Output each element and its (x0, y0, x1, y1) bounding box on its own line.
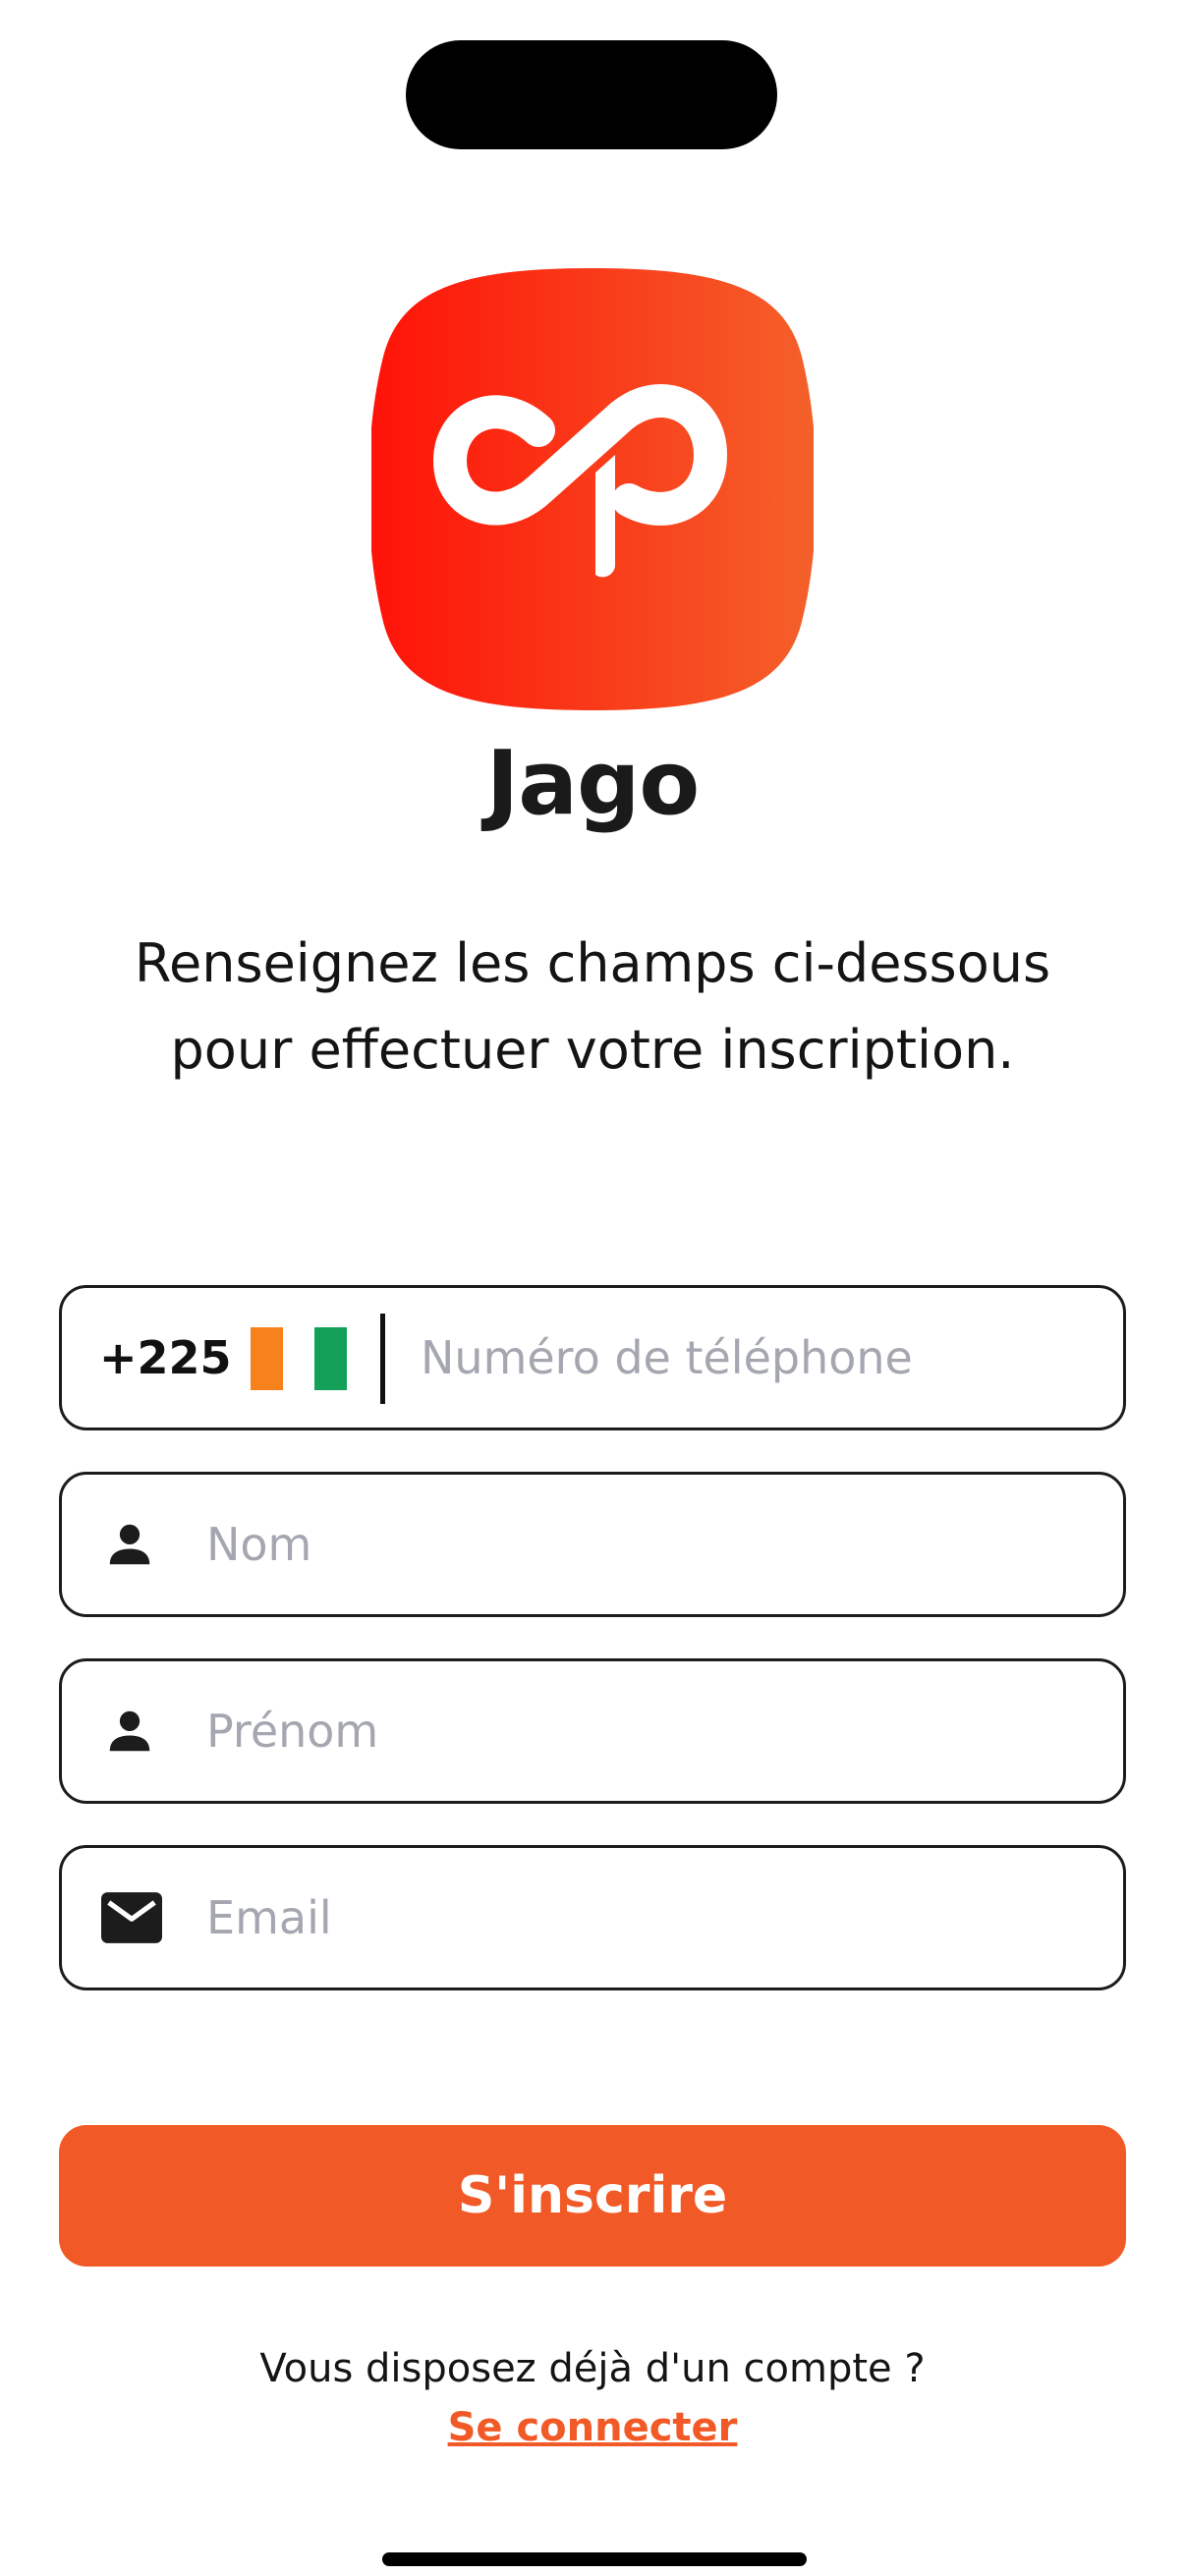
email-field[interactable]: Email (59, 1845, 1126, 1990)
mail-icon (101, 1892, 162, 1943)
app-name: Jago (485, 732, 700, 835)
jago-logo-icon (371, 268, 814, 710)
country-dial-code[interactable]: +225 (99, 1331, 232, 1384)
first-name-placeholder[interactable]: Prénom (206, 1705, 378, 1758)
last-name-field[interactable]: Nom (59, 1472, 1126, 1617)
last-name-placeholder[interactable]: Nom (206, 1518, 311, 1571)
first-name-field[interactable]: Prénom (59, 1658, 1126, 1804)
dynamic-island (406, 40, 777, 149)
cote-divoire-flag-icon[interactable] (251, 1327, 348, 1390)
phone-placeholder[interactable]: Numéro de téléphone (421, 1331, 913, 1384)
person-icon (109, 1710, 150, 1752)
email-placeholder[interactable]: Email (206, 1891, 332, 1944)
login-link-wrapper: Se connecter (0, 2405, 1185, 2450)
phone-field[interactable]: +225 Numéro de téléphone (59, 1285, 1126, 1430)
login-question: Vous disposez déjà d'un compte ? (259, 2346, 926, 2391)
login-link[interactable]: Se connecter (448, 2405, 738, 2450)
signup-button[interactable]: S'inscrire (59, 2125, 1126, 2267)
intro-text: Renseignez les champs ci-dessous pour ef… (59, 921, 1126, 1093)
intro-line-2: pour effectuer votre inscription. (170, 1019, 1015, 1081)
field-divider (380, 1314, 385, 1404)
intro-line-1: Renseignez les champs ci-dessous (134, 932, 1051, 994)
person-icon (109, 1524, 150, 1565)
home-indicator[interactable] (382, 2552, 807, 2566)
